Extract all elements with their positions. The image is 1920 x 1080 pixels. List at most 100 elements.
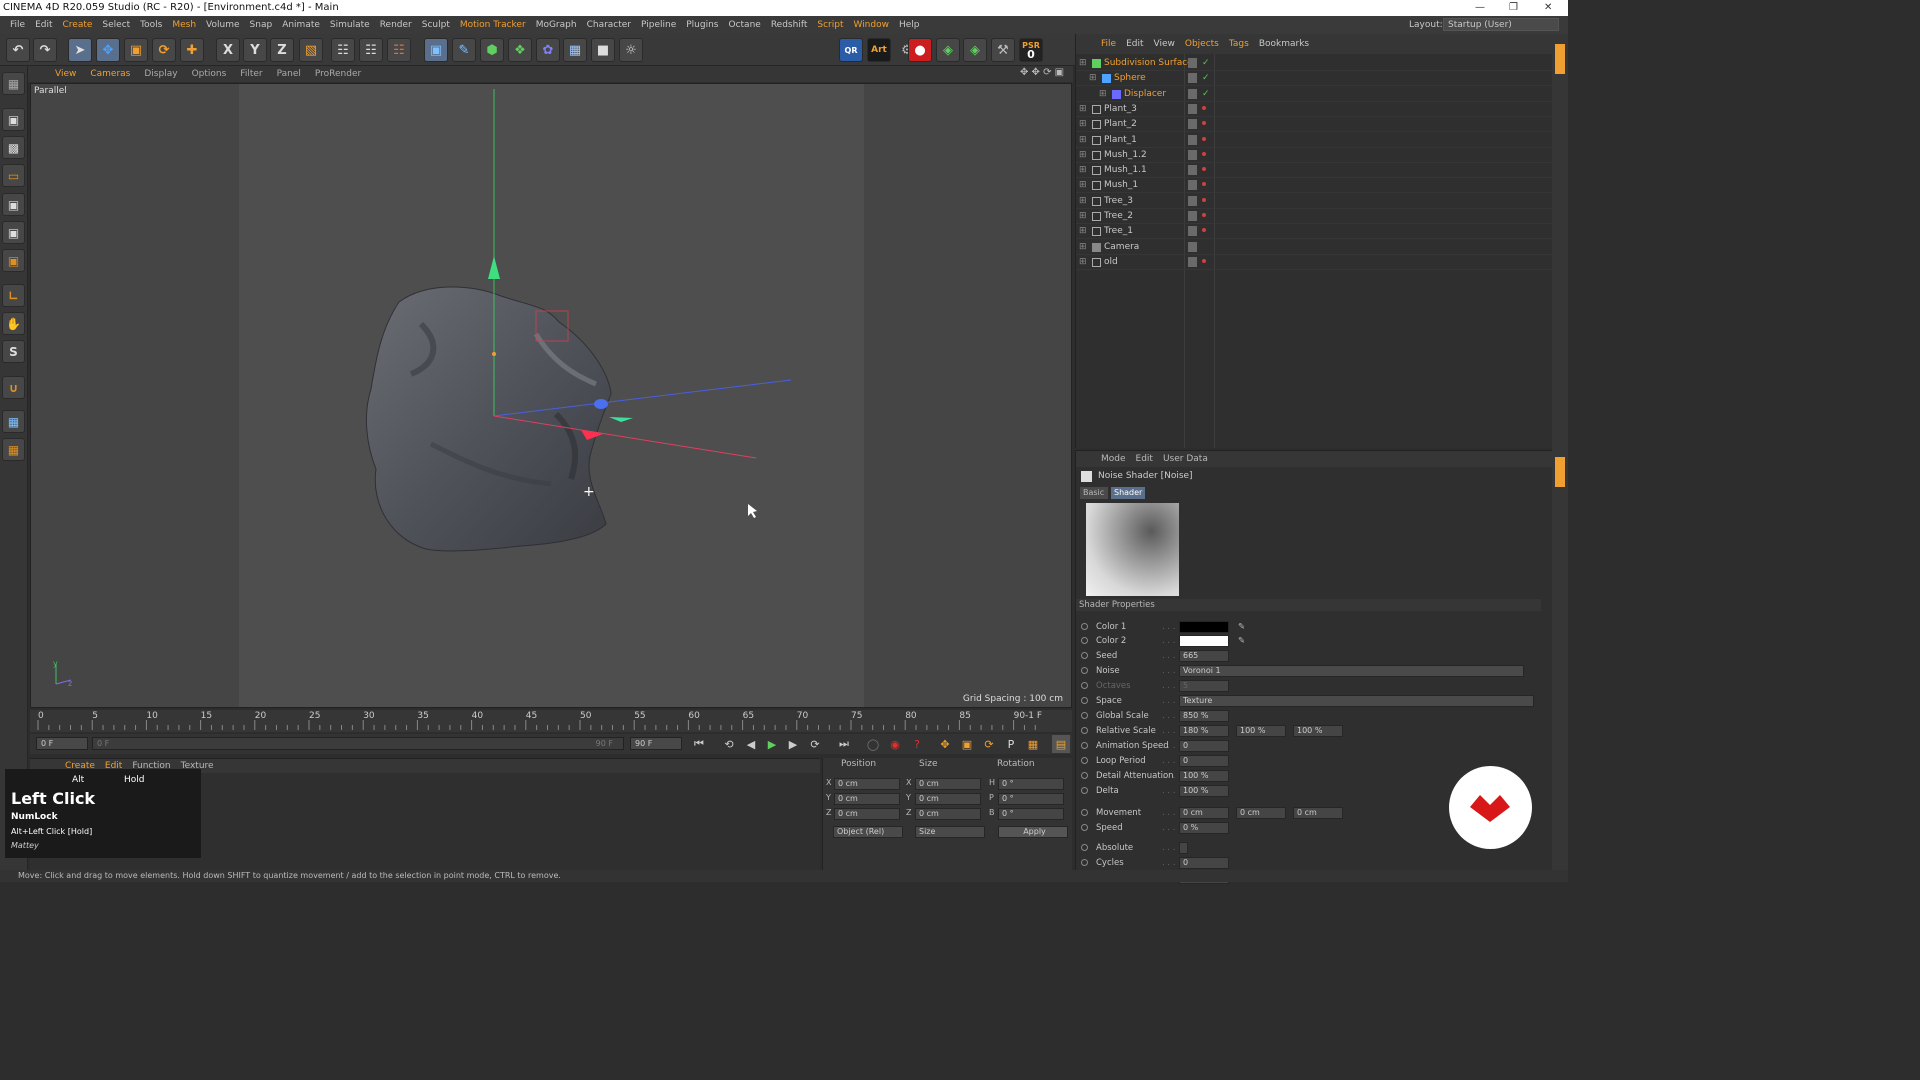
object-row[interactable]: ⊞ Sphere ✓ bbox=[1076, 71, 1553, 87]
layer-visibility-icon[interactable] bbox=[1188, 58, 1197, 68]
enabled-check-icon[interactable]: ✓ bbox=[1202, 56, 1210, 71]
workplane-mode-icon[interactable]: ▭ bbox=[2, 164, 25, 187]
expand-icon[interactable]: ⊞ bbox=[1079, 224, 1087, 239]
menu-file[interactable]: File bbox=[5, 20, 30, 30]
visibility-dot-icon[interactable] bbox=[1202, 167, 1206, 172]
keyframe-selection-icon[interactable]: ? bbox=[908, 735, 926, 753]
expand-icon[interactable]: ⊞ bbox=[1089, 71, 1097, 86]
position-field[interactable]: 0 cm bbox=[834, 808, 900, 820]
expand-icon[interactable]: ⊞ bbox=[1079, 148, 1087, 163]
property-field[interactable]: 665 bbox=[1179, 650, 1229, 662]
key-position-icon[interactable]: ✥ bbox=[936, 735, 954, 753]
menu-volume[interactable]: Volume bbox=[201, 20, 244, 30]
scale-tool-icon[interactable]: ▣ bbox=[124, 38, 148, 62]
enabled-check-icon[interactable]: ✓ bbox=[1202, 71, 1210, 86]
go-to-start-icon[interactable]: ⏮ bbox=[690, 735, 708, 753]
rotation-field[interactable]: 0 ° bbox=[998, 793, 1064, 805]
property-field[interactable]: 0 cm bbox=[1236, 807, 1286, 819]
menu-simulate[interactable]: Simulate bbox=[325, 20, 375, 30]
viewport-menu-panel[interactable]: Panel bbox=[270, 69, 308, 79]
key-pla-icon[interactable]: ▦ bbox=[1024, 735, 1042, 753]
camera-object-icon[interactable]: ■ bbox=[591, 38, 615, 62]
menu-redshift[interactable]: Redshift bbox=[766, 20, 813, 30]
current-frame-field[interactable]: 0 F bbox=[36, 737, 88, 750]
object-row[interactable]: ⊞ Mush_1 bbox=[1076, 178, 1553, 194]
object-menu-file[interactable]: File bbox=[1096, 39, 1121, 49]
menu-mesh[interactable]: Mesh bbox=[167, 20, 201, 30]
go-to-end-icon[interactable]: ⏭ bbox=[835, 735, 853, 753]
layer-visibility-icon[interactable] bbox=[1188, 103, 1197, 114]
model-mode-icon[interactable]: ▣ bbox=[2, 108, 25, 131]
magnet-icon[interactable]: ∪ bbox=[2, 376, 25, 399]
object-row[interactable]: ⊞ Tree_3 bbox=[1076, 194, 1553, 209]
close-icon[interactable]: ✕ bbox=[1544, 0, 1552, 16]
snapping-icon[interactable]: S bbox=[2, 340, 25, 363]
size-field[interactable]: 0 cm bbox=[915, 778, 981, 790]
rotation-field[interactable]: 0 ° bbox=[998, 808, 1064, 820]
hair-icon[interactable]: ◈ bbox=[936, 38, 960, 62]
layer-visibility-icon[interactable] bbox=[1188, 211, 1197, 221]
property-field[interactable]: 0 cm bbox=[1293, 807, 1343, 819]
coord-size-select[interactable]: Size bbox=[915, 826, 985, 838]
viewport-menu-cameras[interactable]: Cameras bbox=[83, 69, 137, 79]
floor-scene-icon[interactable]: ▦ bbox=[563, 38, 587, 62]
sculpt-brush-icon[interactable]: ⚒ bbox=[991, 38, 1015, 62]
animate-toggle-icon[interactable] bbox=[1081, 859, 1088, 866]
property-field[interactable]: 100 % bbox=[1293, 725, 1343, 737]
key-scale-icon[interactable]: ▣ bbox=[958, 735, 976, 753]
expand-icon[interactable]: ⊞ bbox=[1079, 163, 1087, 178]
object-row[interactable]: ⊞ Subdivision Surface ✓ bbox=[1076, 56, 1553, 71]
expand-icon[interactable]: ⊞ bbox=[1079, 209, 1087, 224]
menu-select[interactable]: Select bbox=[97, 20, 135, 30]
object-row[interactable]: ⊞ Mush_1.2 bbox=[1076, 148, 1553, 163]
visibility-dot-icon[interactable] bbox=[1202, 228, 1206, 233]
previous-key-icon[interactable]: ⟲ bbox=[720, 735, 738, 753]
object-row[interactable]: ⊞ Tree_2 bbox=[1076, 209, 1553, 224]
animate-toggle-icon[interactable] bbox=[1081, 787, 1088, 794]
property-field[interactable]: 100 % bbox=[1179, 785, 1229, 797]
axis-mode-icon[interactable]: ∟ bbox=[2, 284, 25, 307]
record-keys-icon[interactable]: ◯ bbox=[864, 735, 882, 753]
apply-button[interactable]: Apply bbox=[998, 826, 1068, 838]
color-picker-icon[interactable]: ✎ bbox=[1238, 634, 1245, 648]
mograph-icon[interactable]: ◈ bbox=[963, 38, 987, 62]
key-parameter-icon[interactable]: P bbox=[1002, 735, 1020, 753]
object-row[interactable]: ⊞ Camera bbox=[1076, 240, 1553, 255]
menu-script[interactable]: Script bbox=[812, 20, 848, 30]
color-swatch[interactable] bbox=[1179, 621, 1229, 633]
object-menu-view[interactable]: View bbox=[1149, 39, 1180, 49]
property-field[interactable]: 0 bbox=[1179, 740, 1229, 752]
render-settings-icon[interactable]: ☷ bbox=[387, 38, 411, 62]
object-menu-bookmarks[interactable]: Bookmarks bbox=[1254, 39, 1314, 49]
expand-icon[interactable]: ⊞ bbox=[1079, 255, 1087, 270]
animate-toggle-icon[interactable] bbox=[1081, 667, 1088, 674]
menu-character[interactable]: Character bbox=[582, 20, 636, 30]
layer-visibility-icon[interactable] bbox=[1188, 88, 1197, 99]
visibility-dot-icon[interactable] bbox=[1202, 151, 1206, 156]
layer-visibility-icon[interactable] bbox=[1188, 165, 1197, 176]
object-menu-objects[interactable]: Objects bbox=[1180, 39, 1224, 49]
animate-toggle-icon[interactable] bbox=[1081, 727, 1088, 734]
attribute-menu-mode[interactable]: Mode bbox=[1096, 454, 1131, 464]
subdivision-generator-icon[interactable]: ⬢ bbox=[480, 38, 504, 62]
qr-plugin-icon[interactable]: QR bbox=[839, 38, 863, 62]
layout-select[interactable]: Startup (User) bbox=[1443, 18, 1559, 31]
animate-toggle-icon[interactable] bbox=[1081, 742, 1088, 749]
property-field[interactable]: 5 bbox=[1179, 680, 1229, 692]
menu-help[interactable]: Help bbox=[894, 20, 925, 30]
viewport-menu-display[interactable]: Display bbox=[137, 69, 184, 79]
layer-visibility-icon[interactable] bbox=[1188, 226, 1197, 237]
layer-visibility-icon[interactable] bbox=[1188, 241, 1197, 252]
attribute-menu-user-data[interactable]: User Data bbox=[1158, 454, 1213, 464]
layer-visibility-icon[interactable] bbox=[1188, 149, 1197, 160]
light-object-icon[interactable]: ☼ bbox=[619, 38, 643, 62]
rotation-field[interactable]: 0 ° bbox=[998, 778, 1064, 790]
layer-visibility-icon[interactable] bbox=[1188, 256, 1197, 267]
expand-icon[interactable]: ⊞ bbox=[1079, 194, 1087, 209]
move-tool-icon[interactable]: ✥ bbox=[96, 38, 120, 62]
property-field[interactable]: 180 % bbox=[1179, 725, 1229, 737]
live-selection-icon[interactable]: ➤ bbox=[68, 38, 92, 62]
visibility-dot-icon[interactable] bbox=[1202, 197, 1206, 202]
pen-spline-icon[interactable]: ✎ bbox=[452, 38, 476, 62]
tab-basic[interactable]: Basic bbox=[1080, 487, 1108, 499]
